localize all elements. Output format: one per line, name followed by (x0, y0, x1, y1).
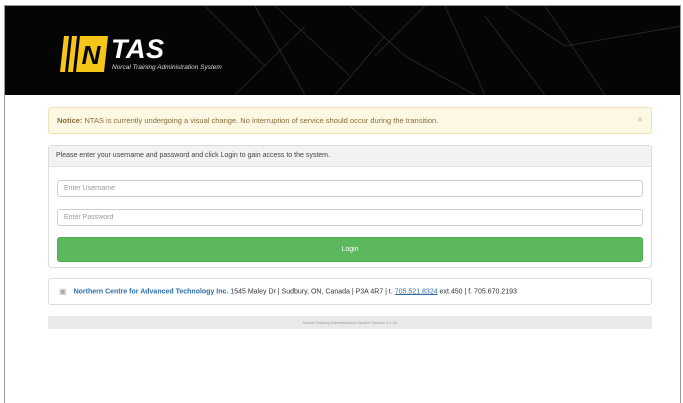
login-instructions: Please enter your username and password … (49, 146, 651, 167)
logo-mark-icon: N (60, 36, 108, 72)
notice-alert: Notice: NTAS is currently undergoing a v… (48, 107, 652, 134)
notice-message: NTAS is currently undergoing a visual ch… (84, 116, 439, 125)
browser-frame: N TAS Norcal Training Administration Sys… (4, 5, 681, 403)
logo-text: TAS (111, 34, 165, 64)
login-button[interactable]: Login (57, 237, 643, 262)
username-input[interactable] (57, 180, 643, 197)
contact-phone-rest: ext.450 | f. 705.670.2193 (437, 288, 517, 296)
login-panel: Please enter your username and password … (48, 145, 652, 268)
logo-mark-letter: N (82, 40, 102, 70)
notice-label: Notice: (57, 116, 83, 125)
contact-info: ▣ Northern Centre for Advanced Technology… (48, 278, 652, 305)
logo-subtitle: Norcal Training Administration System (112, 64, 222, 71)
contact-address: 1545 Maley Dr | Sudbury, ON, Canada | P3… (228, 288, 395, 296)
site-header: N TAS Norcal Training Administration Sys… (5, 6, 680, 95)
phone-link[interactable]: 705.521.8324 (395, 288, 438, 295)
close-icon[interactable]: × (637, 108, 643, 133)
organization-name: Northern Centre for Advanced Technology … (73, 288, 229, 296)
password-input[interactable] (57, 209, 643, 226)
version-footer: Norcal Training Administration System Ve… (48, 316, 652, 329)
building-icon: ▣ (59, 287, 67, 296)
